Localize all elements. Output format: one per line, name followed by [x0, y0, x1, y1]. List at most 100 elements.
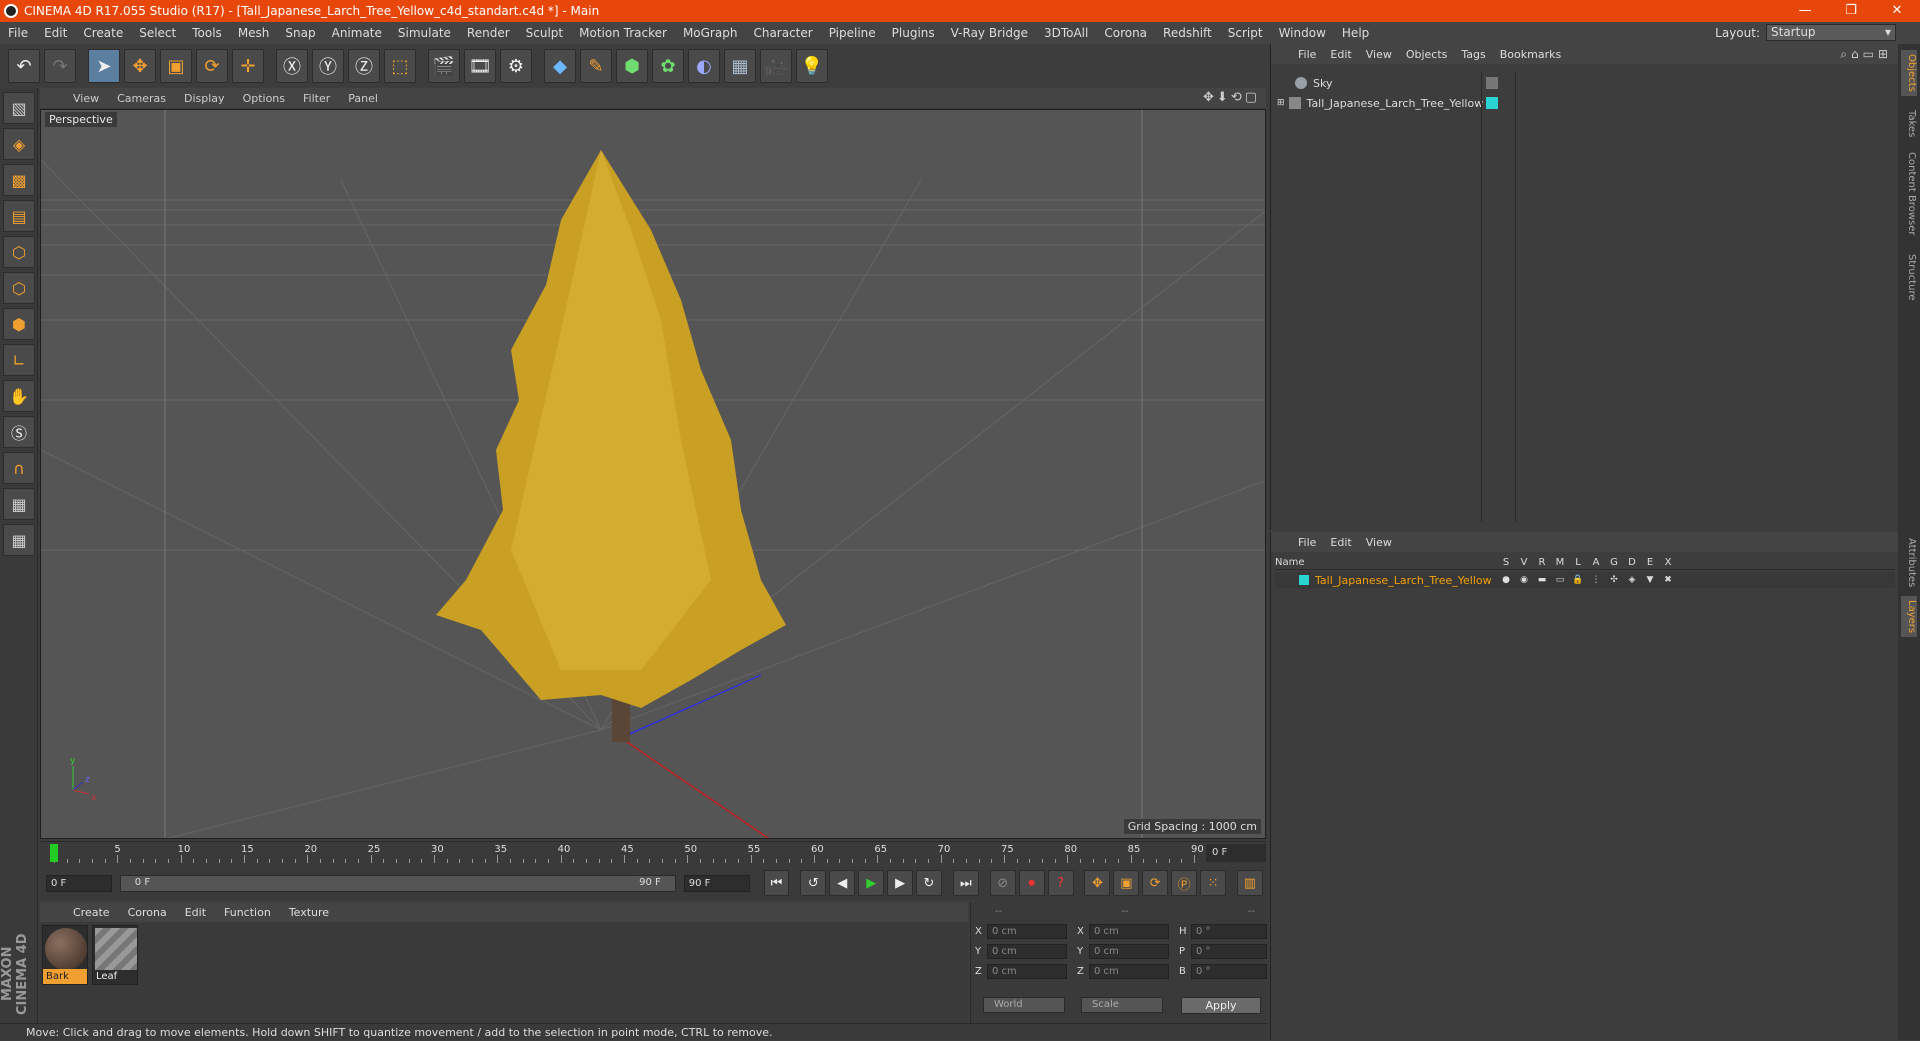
- size-x-field[interactable]: 0 cm: [1089, 924, 1169, 939]
- layer-col-deformers[interactable]: D: [1623, 557, 1641, 568]
- layer-col-solo[interactable]: S: [1497, 557, 1515, 568]
- make-editable-icon[interactable]: ▧: [3, 92, 35, 124]
- viewport-menu-panel[interactable]: Panel: [339, 92, 387, 105]
- frame-range-slider[interactable]: 0 F 90 F: [119, 874, 676, 892]
- keyframe-icon[interactable]: ⊘: [989, 870, 1016, 896]
- objects-menu-objects[interactable]: Objects: [1399, 48, 1455, 61]
- size-z-field[interactable]: 0 cm: [1089, 964, 1169, 979]
- model-mode-icon[interactable]: ◈: [3, 128, 35, 160]
- layer-col-xref[interactable]: X: [1659, 557, 1677, 568]
- layout-dropdown[interactable]: Startup: [1766, 24, 1896, 41]
- size-y-field[interactable]: 0 cm: [1089, 944, 1169, 959]
- layer-color-swatch[interactable]: [1299, 575, 1309, 585]
- next-key-icon[interactable]: ↻: [916, 870, 942, 896]
- axis-mode-icon[interactable]: ∟: [3, 344, 35, 376]
- menu-pipeline[interactable]: Pipeline: [821, 22, 884, 44]
- tab-layers[interactable]: Layers: [1901, 596, 1917, 638]
- menu-mesh[interactable]: Mesh: [230, 22, 278, 44]
- rotation-p-field[interactable]: 0 °: [1191, 944, 1267, 959]
- menu-file[interactable]: File: [0, 22, 36, 44]
- tab-takes[interactable]: Takes: [1901, 106, 1917, 141]
- menu-plugins[interactable]: Plugins: [884, 22, 943, 44]
- menu-character[interactable]: Character: [745, 22, 820, 44]
- render-toggle-icon[interactable]: ▬: [1533, 575, 1551, 585]
- sky-tag-icon[interactable]: [1486, 77, 1498, 89]
- lock-toggle-icon[interactable]: 🔒: [1569, 575, 1587, 585]
- current-frame-field[interactable]: 0 F: [1206, 844, 1266, 862]
- layers-menu-edit[interactable]: Edit: [1323, 536, 1358, 549]
- menu-3dtoall[interactable]: 3DToAll: [1036, 22, 1096, 44]
- next-frame-icon[interactable]: ▶: [887, 870, 914, 896]
- mograph-cloner-icon[interactable]: ✿: [652, 49, 684, 83]
- material-menu-corona[interactable]: Corona: [119, 906, 176, 919]
- viewport-menu-view[interactable]: View: [64, 92, 108, 105]
- generator-toggle-icon[interactable]: ✣: [1605, 575, 1623, 585]
- material-menu-texture[interactable]: Texture: [280, 906, 338, 919]
- tab-content-browser[interactable]: Content Browser: [1901, 148, 1917, 239]
- layer-col-view[interactable]: V: [1515, 557, 1533, 568]
- perspective-viewport[interactable]: y xz Perspective Grid Spacing : 1000 cm: [40, 109, 1266, 839]
- layer-row[interactable]: Tall_Japanese_Larch_Tree_Yellow ● ◉ ▬ ▭ …: [1275, 572, 1895, 588]
- maximize-button[interactable]: ❐: [1828, 0, 1874, 22]
- recent-tool-icon[interactable]: ✛: [232, 49, 264, 83]
- render-picture-viewer-icon[interactable]: 🎞: [464, 49, 496, 83]
- coordinate-system-icon[interactable]: ⬚: [384, 49, 416, 83]
- coordinate-space-dropdown[interactable]: World: [983, 997, 1065, 1013]
- tab-attributes[interactable]: Attributes: [1901, 534, 1917, 591]
- key-rotation-icon[interactable]: ⟳: [1142, 870, 1169, 896]
- apply-button[interactable]: Apply: [1181, 997, 1261, 1014]
- object-row-sky[interactable]: Sky: [1277, 74, 1487, 92]
- render-settings-icon[interactable]: ⚙: [500, 49, 532, 83]
- move-tool-icon[interactable]: ✥: [124, 49, 156, 83]
- menu-simulate[interactable]: Simulate: [390, 22, 459, 44]
- deformer-icon[interactable]: ◐: [688, 49, 720, 83]
- points-mode-icon[interactable]: ⬡: [3, 236, 35, 268]
- render-view-icon[interactable]: 🎬: [428, 49, 460, 83]
- menu-window[interactable]: Window: [1271, 22, 1334, 44]
- objects-menu-view[interactable]: View: [1359, 48, 1399, 61]
- menu-redshift[interactable]: Redshift: [1155, 22, 1220, 44]
- snap-magnet-icon[interactable]: ∩: [3, 452, 35, 484]
- workplane-align-icon[interactable]: ▦: [3, 524, 35, 556]
- start-frame-field[interactable]: 0 F: [46, 874, 112, 892]
- go-to-end-icon[interactable]: ⏭: [952, 870, 979, 896]
- go-to-start-icon[interactable]: ⏮: [763, 870, 790, 896]
- menu-animate[interactable]: Animate: [324, 22, 390, 44]
- edges-mode-icon[interactable]: ⬡: [3, 272, 35, 304]
- timeline-playhead[interactable]: [50, 844, 58, 862]
- layer-col-render[interactable]: R: [1533, 557, 1551, 568]
- play-icon[interactable]: ▶: [858, 870, 885, 896]
- position-y-field[interactable]: 0 cm: [987, 944, 1067, 959]
- objects-menu-tags[interactable]: Tags: [1454, 48, 1492, 61]
- polygons-mode-icon[interactable]: ⬢: [3, 308, 35, 340]
- menu-create[interactable]: Create: [75, 22, 131, 44]
- menu-corona[interactable]: Corona: [1096, 22, 1155, 44]
- expand-icon[interactable]: ⊞: [1277, 98, 1285, 108]
- texture-mode-icon[interactable]: ▩: [3, 164, 35, 196]
- tweak-mode-icon[interactable]: ✋: [3, 380, 35, 412]
- layers-menu-view[interactable]: View: [1359, 536, 1399, 549]
- rotation-h-field[interactable]: 0 °: [1191, 924, 1267, 939]
- material-bark[interactable]: Bark: [42, 925, 88, 985]
- menu-help[interactable]: Help: [1334, 22, 1377, 44]
- xref-toggle-icon[interactable]: ✖: [1659, 575, 1677, 585]
- viewport-menu-cameras[interactable]: Cameras: [108, 92, 175, 105]
- timeline-window-icon[interactable]: ▥: [1236, 870, 1263, 896]
- light-icon[interactable]: 💡: [796, 49, 828, 83]
- workplane-lock-icon[interactable]: ▦: [3, 488, 35, 520]
- camera-icon[interactable]: 🎥: [760, 49, 792, 83]
- close-button[interactable]: ✕: [1874, 0, 1920, 22]
- objects-menu-file[interactable]: File: [1291, 48, 1323, 61]
- menu-edit[interactable]: Edit: [36, 22, 75, 44]
- solo-mode-icon[interactable]: Ⓢ: [3, 416, 35, 448]
- timeline-ruler[interactable]: 051015202530354045505560657075808590 0 F: [40, 841, 1266, 865]
- z-axis-icon[interactable]: Ⓩ: [348, 49, 380, 83]
- menu-mograph[interactable]: MoGraph: [675, 22, 746, 44]
- objects-menu-bookmarks[interactable]: Bookmarks: [1493, 48, 1568, 61]
- tab-structure[interactable]: Structure: [1901, 250, 1917, 305]
- end-frame-field[interactable]: 90 F: [683, 874, 750, 892]
- material-leaf[interactable]: Leaf: [92, 925, 138, 985]
- material-menu-create[interactable]: Create: [64, 906, 119, 919]
- undo-icon[interactable]: ↶: [8, 49, 40, 83]
- layer-col-expressions[interactable]: E: [1641, 557, 1659, 568]
